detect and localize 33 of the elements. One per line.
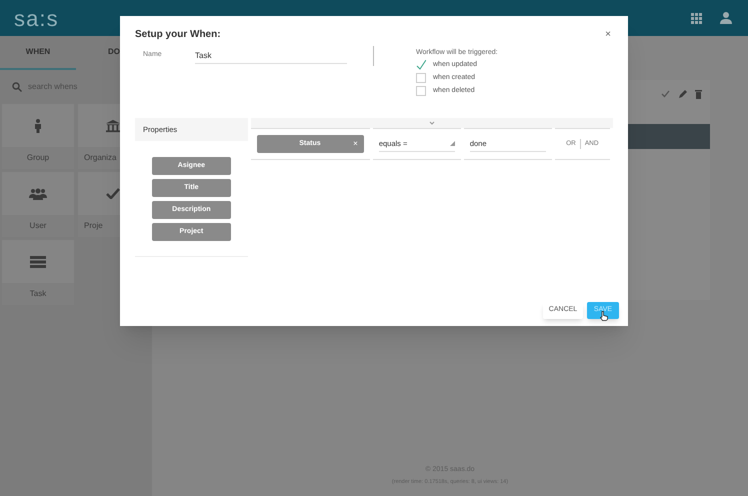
checkbox[interactable]: [416, 73, 426, 83]
checkbox[interactable]: [416, 86, 426, 96]
tile-label: Proje: [84, 220, 103, 232]
tile-label: Organiza: [84, 152, 116, 164]
entity-tile[interactable]: Organiza: [78, 104, 120, 169]
user-icon[interactable]: [720, 12, 732, 24]
tile-label: Group: [26, 152, 50, 164]
dropdown-corner-icon: [450, 141, 455, 146]
check-icon[interactable]: [661, 90, 670, 98]
trash-icon[interactable]: [695, 90, 702, 99]
bank-icon: [106, 118, 120, 132]
search-icon: [12, 82, 22, 92]
entity-tile[interactable]: Proje: [78, 172, 120, 237]
entity-tile[interactable]: Group: [2, 104, 74, 169]
remove-button[interactable]: ×: [353, 138, 364, 150]
name-field[interactable]: Task: [195, 48, 347, 64]
person-icon: [34, 118, 42, 132]
hand-cursor-icon: [600, 311, 608, 321]
close-button[interactable]: ×: [605, 30, 611, 40]
tile-label: Task: [30, 288, 46, 300]
chevron-down-icon[interactable]: [428, 121, 435, 125]
tile-label: User: [30, 220, 46, 232]
entity-tile[interactable]: Task: [2, 240, 74, 305]
users-icon: [29, 188, 47, 200]
check-icon: [106, 188, 120, 199]
checkbox[interactable]: [416, 60, 426, 70]
tab[interactable]: WHEN: [0, 36, 76, 70]
logo: sa:s: [14, 4, 59, 32]
list-icon: [30, 256, 46, 268]
entity-tile[interactable]: User: [2, 172, 74, 237]
apps-grid-icon[interactable]: [691, 12, 702, 24]
dialog-title: Setup your When:: [135, 28, 221, 42]
pencil-icon[interactable]: [678, 90, 687, 99]
